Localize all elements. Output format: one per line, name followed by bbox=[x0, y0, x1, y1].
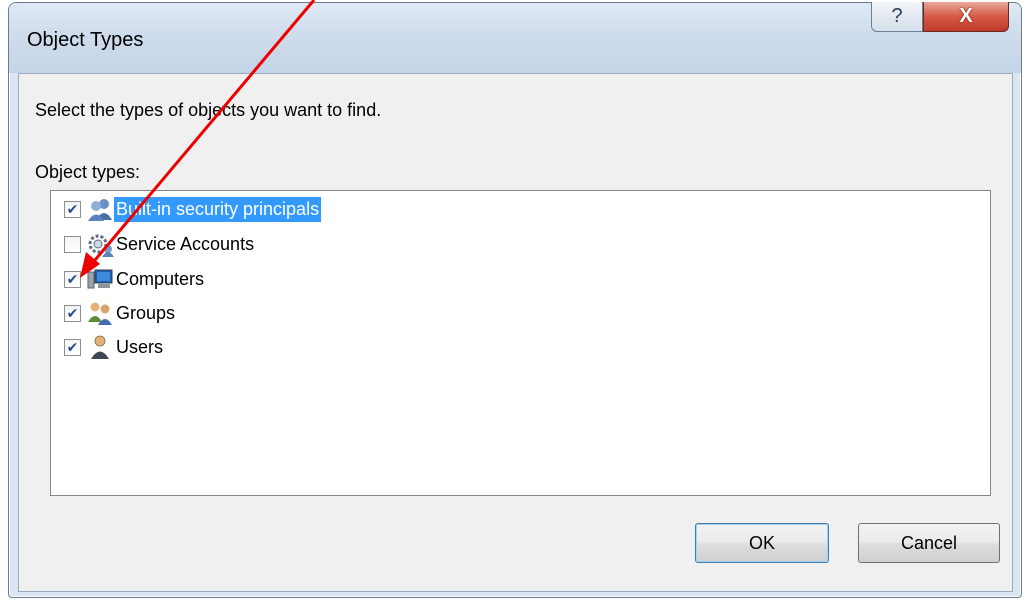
dialog-body: Select the types of objects you want to … bbox=[18, 73, 1013, 592]
service-accounts-icon bbox=[88, 234, 114, 257]
checkbox-users[interactable]: ✔ bbox=[64, 338, 81, 356]
close-icon: X bbox=[959, 5, 973, 27]
user-icon bbox=[91, 335, 109, 359]
object-types-label: Object types: bbox=[35, 162, 141, 182]
security-principals-icon bbox=[88, 199, 112, 221]
checkbox-computers[interactable]: ✔ bbox=[64, 270, 81, 288]
checkbox-built-in-security-principals[interactable]: ✔ bbox=[64, 200, 81, 218]
list-item-label: Service Accounts bbox=[116, 233, 255, 254]
window-title: Object Types bbox=[27, 29, 144, 51]
checkmark-icon: ✔ bbox=[66, 201, 79, 217]
list-item-service-accounts[interactable]: Service Accounts bbox=[64, 228, 256, 260]
object-types-dialog: Object Types ? X Select the types of obj… bbox=[8, 2, 1022, 598]
computer-icon bbox=[87, 269, 113, 289]
list-item-label: Groups bbox=[116, 302, 176, 323]
list-item-label: Users bbox=[116, 336, 164, 357]
cancel-button[interactable]: Cancel bbox=[858, 523, 1000, 563]
list-item-computers[interactable]: ✔ Computers bbox=[64, 263, 206, 295]
help-button[interactable]: ? bbox=[871, 2, 923, 32]
ok-button[interactable]: OK bbox=[695, 523, 829, 563]
list-item-built-in-security-principals[interactable]: ✔ Built-in security principals bbox=[64, 193, 322, 225]
close-button[interactable]: X bbox=[923, 2, 1009, 32]
list-item-label: Computers bbox=[116, 268, 205, 289]
checkbox-groups[interactable]: ✔ bbox=[64, 304, 81, 322]
help-icon: ? bbox=[891, 5, 903, 27]
list-item-groups[interactable]: ✔ Groups bbox=[64, 297, 177, 329]
title-bar[interactable]: Object Types ? X bbox=[9, 2, 1021, 73]
instruction-text: Select the types of objects you want to … bbox=[35, 100, 382, 120]
checkmark-icon: ✔ bbox=[66, 305, 79, 321]
list-item-label: Built-in security principals bbox=[114, 196, 322, 222]
object-types-list[interactable]: ✔ Built-in security principals Service A… bbox=[50, 190, 991, 496]
checkbox-service-accounts[interactable] bbox=[64, 235, 81, 253]
groups-icon bbox=[88, 302, 112, 325]
checkmark-icon: ✔ bbox=[66, 339, 79, 355]
checkmark-icon: ✔ bbox=[66, 271, 79, 287]
list-item-users[interactable]: ✔ Users bbox=[64, 331, 165, 363]
